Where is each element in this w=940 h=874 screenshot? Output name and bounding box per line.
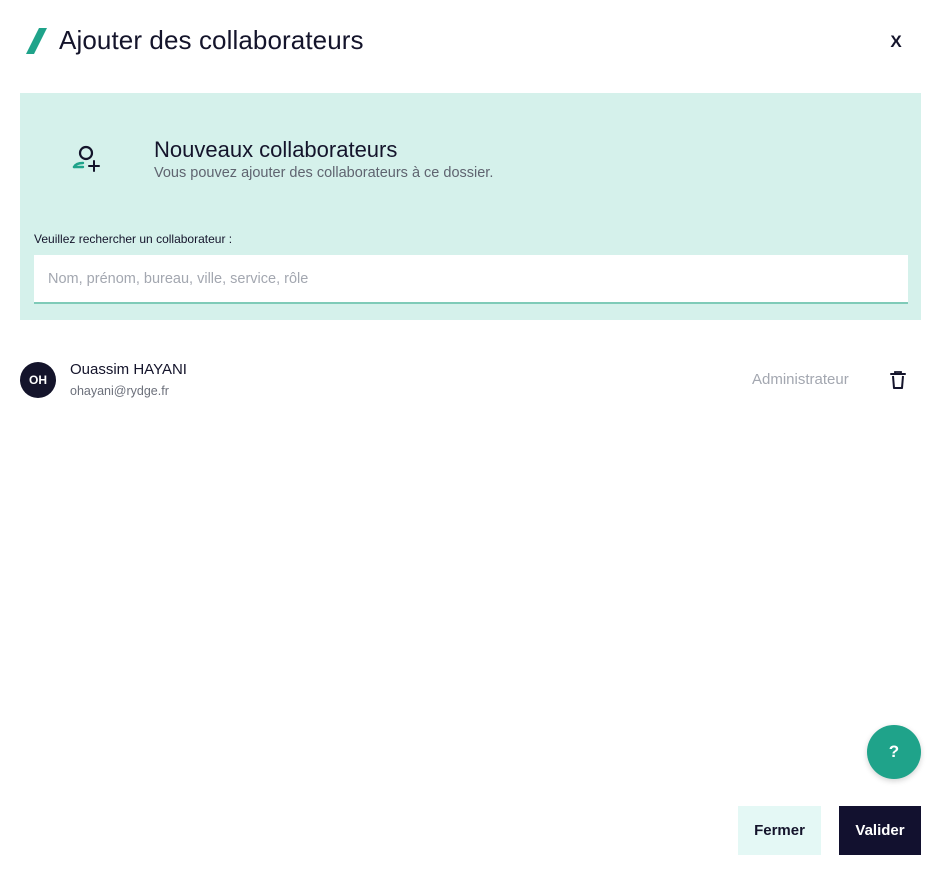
collaborator-role: Administrateur: [752, 371, 849, 388]
close-button[interactable]: X: [882, 28, 910, 56]
panel-subtitle: Vous pouvez ajouter des collaborateurs à…: [154, 165, 494, 181]
modal-header: Ajouter des collaborateurs X: [0, 0, 940, 84]
collaborator-search-input[interactable]: [34, 255, 908, 304]
collaborator-row: OH Ouassim HAYANI ohayani@rydge.fr Admin…: [20, 356, 921, 406]
new-collaborators-panel: Nouveaux collaborateurs Vous pouvez ajou…: [20, 93, 921, 320]
trash-icon[interactable]: [888, 369, 908, 391]
avatar: OH: [20, 362, 56, 398]
slash-icon: [26, 28, 47, 54]
modal-title: Ajouter des collaborateurs: [59, 25, 364, 55]
submit-button[interactable]: Valider: [839, 806, 921, 855]
collaborator-email: ohayani@rydge.fr: [70, 384, 169, 398]
close-modal-button[interactable]: Fermer: [738, 806, 821, 855]
user-add-icon: [72, 145, 100, 172]
help-button[interactable]: ?: [867, 725, 921, 779]
panel-title: Nouveaux collaborateurs: [154, 137, 398, 162]
search-label: Veuillez rechercher un collaborateur :: [34, 232, 233, 246]
collaborator-name: Ouassim HAYANI: [70, 361, 187, 378]
